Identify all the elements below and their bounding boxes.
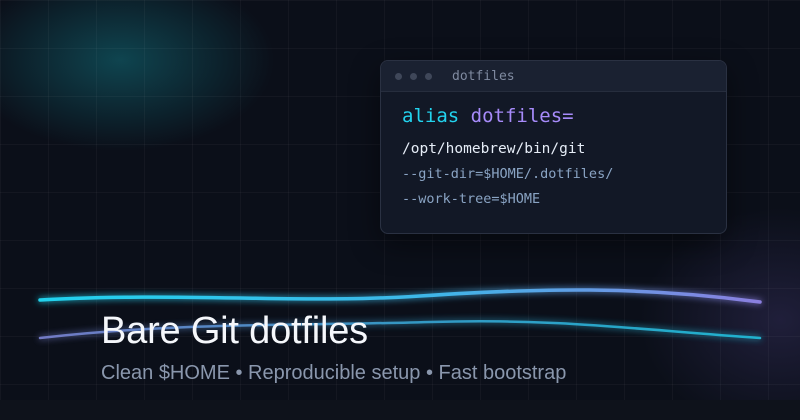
subtitle: Clean $HOME • Reproducible setup • Fast … (101, 362, 567, 384)
bottom-strip (0, 400, 800, 420)
page-title: Bare Git dotfiles (101, 310, 368, 352)
hero-banner: dotfiles alias dotfiles= /opt/homebrew/b… (0, 0, 800, 420)
top-glow-line (38, 288, 762, 304)
glow-lines (38, 288, 762, 340)
